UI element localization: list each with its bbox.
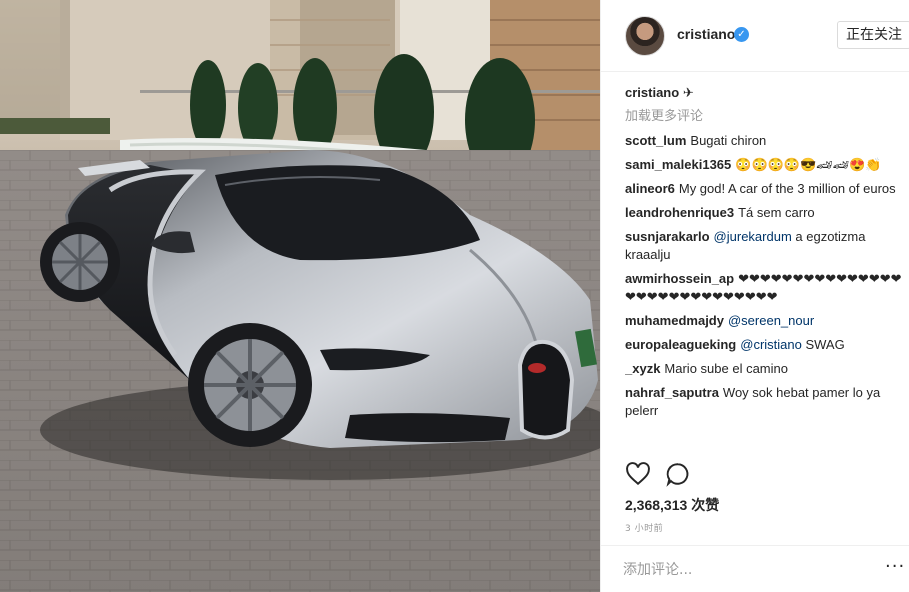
comment-item: awmirhossein_ap ❤❤❤❤❤❤❤❤❤❤❤❤❤❤❤❤❤❤❤❤❤❤❤❤❤…: [625, 270, 905, 306]
comment-username[interactable]: sami_maleki1365: [625, 157, 731, 172]
comment-item: nahraf_saputra Woy sok hebat pamer lo ya …: [625, 384, 905, 420]
comment-item: leandrohenrique3 Tá sem carro: [625, 204, 905, 222]
bugatti-chiron-image: [0, 0, 600, 592]
add-comment-input[interactable]: [623, 558, 863, 582]
comment-item: susnjarakarlo @jurekardum a egzotizma kra…: [625, 228, 905, 264]
comment-text: Mario sube el camino: [664, 361, 788, 376]
post-detail-panel: cristiano ✓ 正在关注 cristiano ✈ 加载更多评论 scot…: [600, 0, 909, 592]
comment-text: 😳😳😳😳😎🏎🏎😍👏: [735, 157, 882, 172]
post-header: cristiano ✓ 正在关注: [601, 0, 909, 72]
comment-item: muhamedmajdy @sereen_nour: [625, 312, 905, 330]
comment-username[interactable]: nahraf_saputra: [625, 385, 719, 400]
avatar[interactable]: [625, 16, 665, 56]
post-photo[interactable]: [0, 0, 600, 592]
comment-username[interactable]: scott_lum: [625, 133, 686, 148]
comment-bubble-icon[interactable]: [665, 461, 691, 487]
comment-mention[interactable]: @cristiano: [740, 337, 802, 352]
comment-username[interactable]: leandrohenrique3: [625, 205, 734, 220]
likes-count[interactable]: 2,368,313 次赞: [625, 495, 719, 515]
load-more-comments-link[interactable]: 加载更多评论: [625, 108, 905, 126]
likes-number: 2,368,313: [625, 497, 688, 513]
following-button[interactable]: 正在关注: [837, 21, 909, 49]
add-comment-bar: ···: [601, 545, 909, 592]
comment-mention[interactable]: @jurekardum: [714, 229, 792, 244]
comment-text: SWAG: [801, 337, 845, 352]
comment-username[interactable]: europaleagueking: [625, 337, 736, 352]
comment-item: europaleagueking @cristiano SWAG: [625, 336, 905, 354]
likes-suffix: 次赞: [691, 498, 720, 514]
comment-item: scott_lum Bugati chiron: [625, 132, 905, 150]
comment-item: sami_maleki1365 😳😳😳😳😎🏎🏎😍👏: [625, 156, 905, 174]
comment-username[interactable]: susnjarakarlo: [625, 229, 710, 244]
post-caption: cristiano ✈: [625, 84, 905, 102]
comment-username[interactable]: alineor6: [625, 181, 675, 196]
comment-text: Bugati chiron: [690, 133, 767, 148]
comment-text: My god! A car of the 3 million of euros: [678, 181, 896, 196]
comment-text: Tá sem carro: [738, 205, 815, 220]
heart-icon[interactable]: [625, 461, 651, 487]
comment-item: _xyzk Mario sube el camino: [625, 360, 905, 378]
verified-badge-icon: ✓: [734, 27, 749, 42]
comment-mention[interactable]: @sereen_nour: [728, 313, 814, 328]
comment-item: alineor6 My god! A car of the 3 million o…: [625, 180, 905, 198]
comment-username[interactable]: awmirhossein_ap: [625, 271, 734, 286]
post-timestamp: 3 小时前: [625, 524, 664, 534]
comment-username[interactable]: muhamedmajdy: [625, 313, 724, 328]
comments-list[interactable]: cristiano ✈ 加载更多评论 scott_lum Bugati chiro…: [625, 84, 905, 454]
caption-text: ✈: [682, 85, 694, 100]
caption-username[interactable]: cristiano: [625, 85, 679, 100]
more-options-icon[interactable]: ···: [885, 558, 905, 576]
comment-username[interactable]: _xyzk: [625, 361, 660, 376]
owner-username[interactable]: cristiano: [677, 26, 735, 42]
